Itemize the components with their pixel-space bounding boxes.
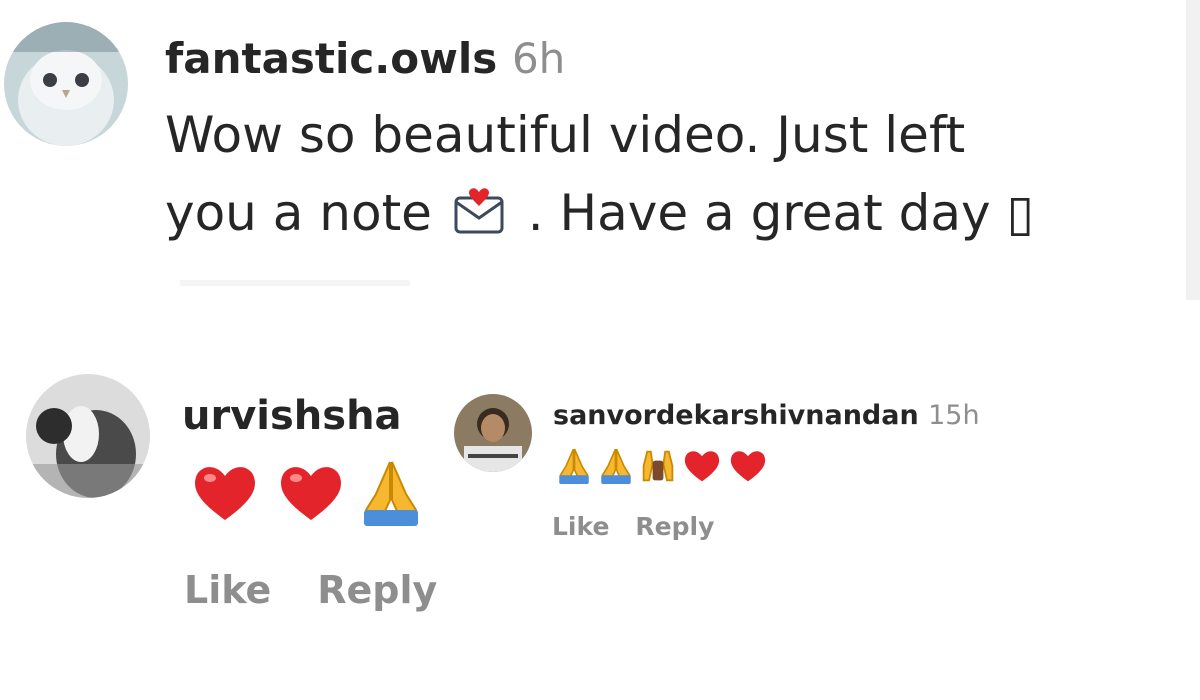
red-heart-icon	[276, 462, 346, 524]
username[interactable]: urvishsha	[182, 393, 402, 439]
comment-actions: Like Reply	[552, 512, 714, 541]
like-button[interactable]: Like	[552, 512, 609, 541]
folded-hands-icon	[556, 448, 592, 484]
folded-hands-icon	[362, 460, 420, 526]
comment-fantastic-owls: fantastic.owls 6h Wow so beautiful video…	[0, 0, 1180, 290]
scrollbar-edge[interactable]	[1186, 0, 1200, 300]
comment-text-line-2: you a note . Have a great day ▯	[165, 184, 1035, 242]
timestamp: 15h	[928, 400, 980, 431]
comment-sanvordekarshivnandan: sanvordekarshivnandan 15h Like Reply	[430, 384, 990, 564]
like-button[interactable]: Like	[184, 568, 271, 612]
reply-button[interactable]: Reply	[635, 512, 714, 541]
raised-hands-icon	[640, 448, 676, 484]
comment-urvishsha: urvishsha Like Reply	[0, 360, 440, 660]
red-heart-icon	[728, 448, 768, 484]
timestamp: 6h	[511, 34, 566, 83]
username[interactable]: fantastic.owls 6h	[165, 34, 565, 83]
emoji-row	[556, 448, 768, 484]
reply-button[interactable]: Reply	[317, 568, 437, 612]
comment-text-line-1: Wow so beautiful video. Just left	[165, 106, 966, 164]
red-heart-icon	[682, 448, 722, 484]
folded-hands-icon	[598, 448, 634, 484]
red-heart-icon	[190, 462, 260, 524]
comment-actions: Like Reply	[184, 568, 437, 612]
username[interactable]: sanvordekarshivnandan 15h	[553, 400, 980, 431]
owl-avatar[interactable]	[4, 22, 128, 146]
cat-avatar[interactable]	[26, 374, 150, 498]
emoji-row	[190, 460, 420, 526]
person-avatar[interactable]	[454, 394, 532, 472]
love-letter-icon	[452, 184, 508, 238]
